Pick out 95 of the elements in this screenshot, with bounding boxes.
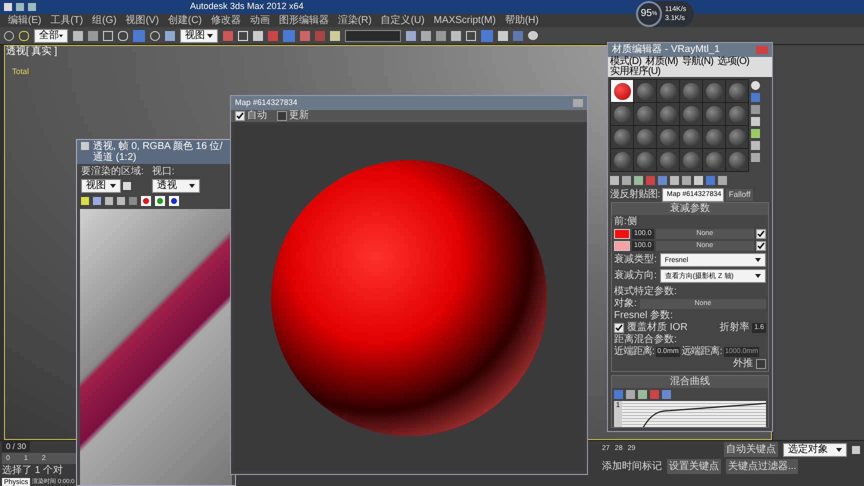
falloff-type-label: 衰减类型: (614, 255, 657, 265)
frame-counter[interactable]: 0 / 30 (2, 441, 30, 452)
checkbox[interactable] (756, 241, 766, 251)
group-label: 前:侧 (613, 217, 638, 227)
menu-item[interactable]: 编辑(E) (8, 16, 42, 26)
material-slot[interactable] (611, 126, 633, 148)
menu-item[interactable]: 自定义(U) (380, 16, 425, 26)
coordinate-system-dropdown[interactable]: 视图 (180, 28, 218, 42)
menu-item[interactable]: 修改器 (210, 16, 241, 26)
material-slot[interactable] (703, 149, 725, 171)
menu-item[interactable]: 动画 (250, 16, 270, 26)
add-time-tag-link[interactable]: 添加时间标记 (602, 459, 662, 474)
object-label: 对象: (614, 299, 637, 309)
caret-icon (59, 34, 63, 38)
window-title: Autodesk 3ds Max 2012 x64 (190, 0, 304, 14)
caret-icon (207, 34, 213, 38)
caret-icon (755, 258, 761, 262)
group-label: 距离混合参数: (613, 335, 678, 345)
menu-item[interactable]: 材质(M) (645, 57, 678, 67)
color-swatch[interactable] (614, 229, 630, 239)
checkbox[interactable] (756, 229, 766, 239)
menu-item[interactable]: 模式(D) (610, 57, 642, 67)
window-title: 材质编辑器 - VRayMtl_1 (612, 44, 720, 56)
material-slot[interactable] (657, 149, 679, 171)
menu-item[interactable]: 创建(C) (168, 16, 202, 26)
checkbox[interactable] (235, 111, 245, 121)
group-label: 模式特定参数: (613, 287, 678, 297)
material-slot[interactable] (680, 126, 702, 148)
selection-status: 选择了 1 个对 (2, 465, 64, 476)
toolbar-label: 自动 (247, 111, 267, 121)
checkbox[interactable] (614, 323, 624, 333)
rollout-title[interactable]: 衰减参数 (612, 203, 768, 215)
caret-icon (836, 448, 842, 452)
menu-item[interactable]: MAXScript(M) (434, 16, 496, 26)
material-slot[interactable] (634, 80, 656, 102)
checkbox[interactable] (756, 359, 766, 369)
menu-item[interactable]: 视图(V) (126, 16, 159, 26)
material-slot[interactable] (703, 80, 725, 102)
material-slot[interactable] (726, 126, 748, 148)
near-distance-label: 近端距离: (614, 347, 654, 357)
material-slot[interactable] (680, 149, 702, 171)
window-title: Map #614327834 (235, 97, 298, 109)
far-distance-label: 远端距离: (682, 347, 722, 357)
viewport-statistic: Total (12, 67, 30, 77)
auto-key-button[interactable]: 自动关键点 (724, 442, 778, 457)
checkbox-label: 外推 (733, 359, 753, 369)
caret-icon (755, 274, 761, 278)
menu-item[interactable]: 导航(N) (682, 57, 714, 67)
material-slot[interactable] (680, 103, 702, 125)
material-slot[interactable] (680, 80, 702, 102)
material-slot[interactable] (703, 103, 725, 125)
map-slot-label: 漫反射贴图: (610, 190, 660, 200)
menu-item[interactable]: 图形编辑器 (278, 16, 329, 26)
viewport-label[interactable]: 透视[ 真实 ] (6, 47, 58, 57)
menu-item[interactable]: 选项(O) (717, 57, 750, 67)
checkmark-icon (615, 324, 623, 332)
material-slot[interactable] (703, 126, 725, 148)
menu-item[interactable]: 帮助(H) (504, 16, 539, 26)
material-slot[interactable] (634, 149, 656, 171)
rollout-title[interactable]: 混合曲线 (612, 376, 768, 388)
checkbox-label: 覆盖材质 IOR (627, 323, 688, 333)
selection-filter-dropdown[interactable]: 全部 (34, 28, 68, 42)
material-slot[interactable] (726, 149, 748, 171)
checkbox[interactable] (277, 111, 287, 121)
menu-item[interactable]: 渲染(R) (338, 16, 372, 26)
area-label: 要渲染的区域: (81, 167, 144, 177)
material-slot[interactable] (726, 103, 748, 125)
named-selection-field[interactable] (345, 30, 401, 42)
set-key-button[interactable]: 设置关键点 (667, 459, 721, 474)
material-slot[interactable] (634, 126, 656, 148)
color-swatch[interactable] (614, 241, 630, 251)
menu-item[interactable]: 实用程序(U) (610, 67, 660, 77)
falloff-direction-label: 衰减方向: (614, 271, 657, 281)
menu-item[interactable]: 组(G) (92, 16, 117, 26)
material-slot[interactable] (657, 80, 679, 102)
toolbar-label: 更新 (289, 111, 309, 121)
menu-item[interactable]: 工具(T) (50, 16, 84, 26)
material-slot[interactable] (611, 80, 633, 102)
render-area-dropdown[interactable]: 视图 (81, 179, 121, 193)
material-slot[interactable] (657, 103, 679, 125)
window-title: 透视, 帧 0, RGBA 颜色 16 位/通道 (1:2) (93, 141, 224, 163)
key-mode-dropdown[interactable]: 选定对象 (783, 442, 847, 456)
material-slot[interactable] (611, 149, 633, 171)
viewport-dropdown[interactable]: 透视 (152, 179, 200, 193)
material-slot[interactable] (657, 126, 679, 148)
map-type-button[interactable]: Falloff (726, 188, 754, 200)
caret-icon (188, 184, 195, 188)
viewport-label: 视口: (152, 167, 176, 177)
material-slot[interactable] (634, 103, 656, 125)
checkmark-icon (236, 112, 244, 120)
key-filters-button[interactable]: 关键点过滤器... (726, 459, 798, 474)
ior-label: 折射率 (719, 323, 750, 333)
material-slot[interactable] (611, 103, 633, 125)
group-label: Fresnel 参数: (613, 311, 674, 321)
caret-icon (110, 184, 116, 188)
